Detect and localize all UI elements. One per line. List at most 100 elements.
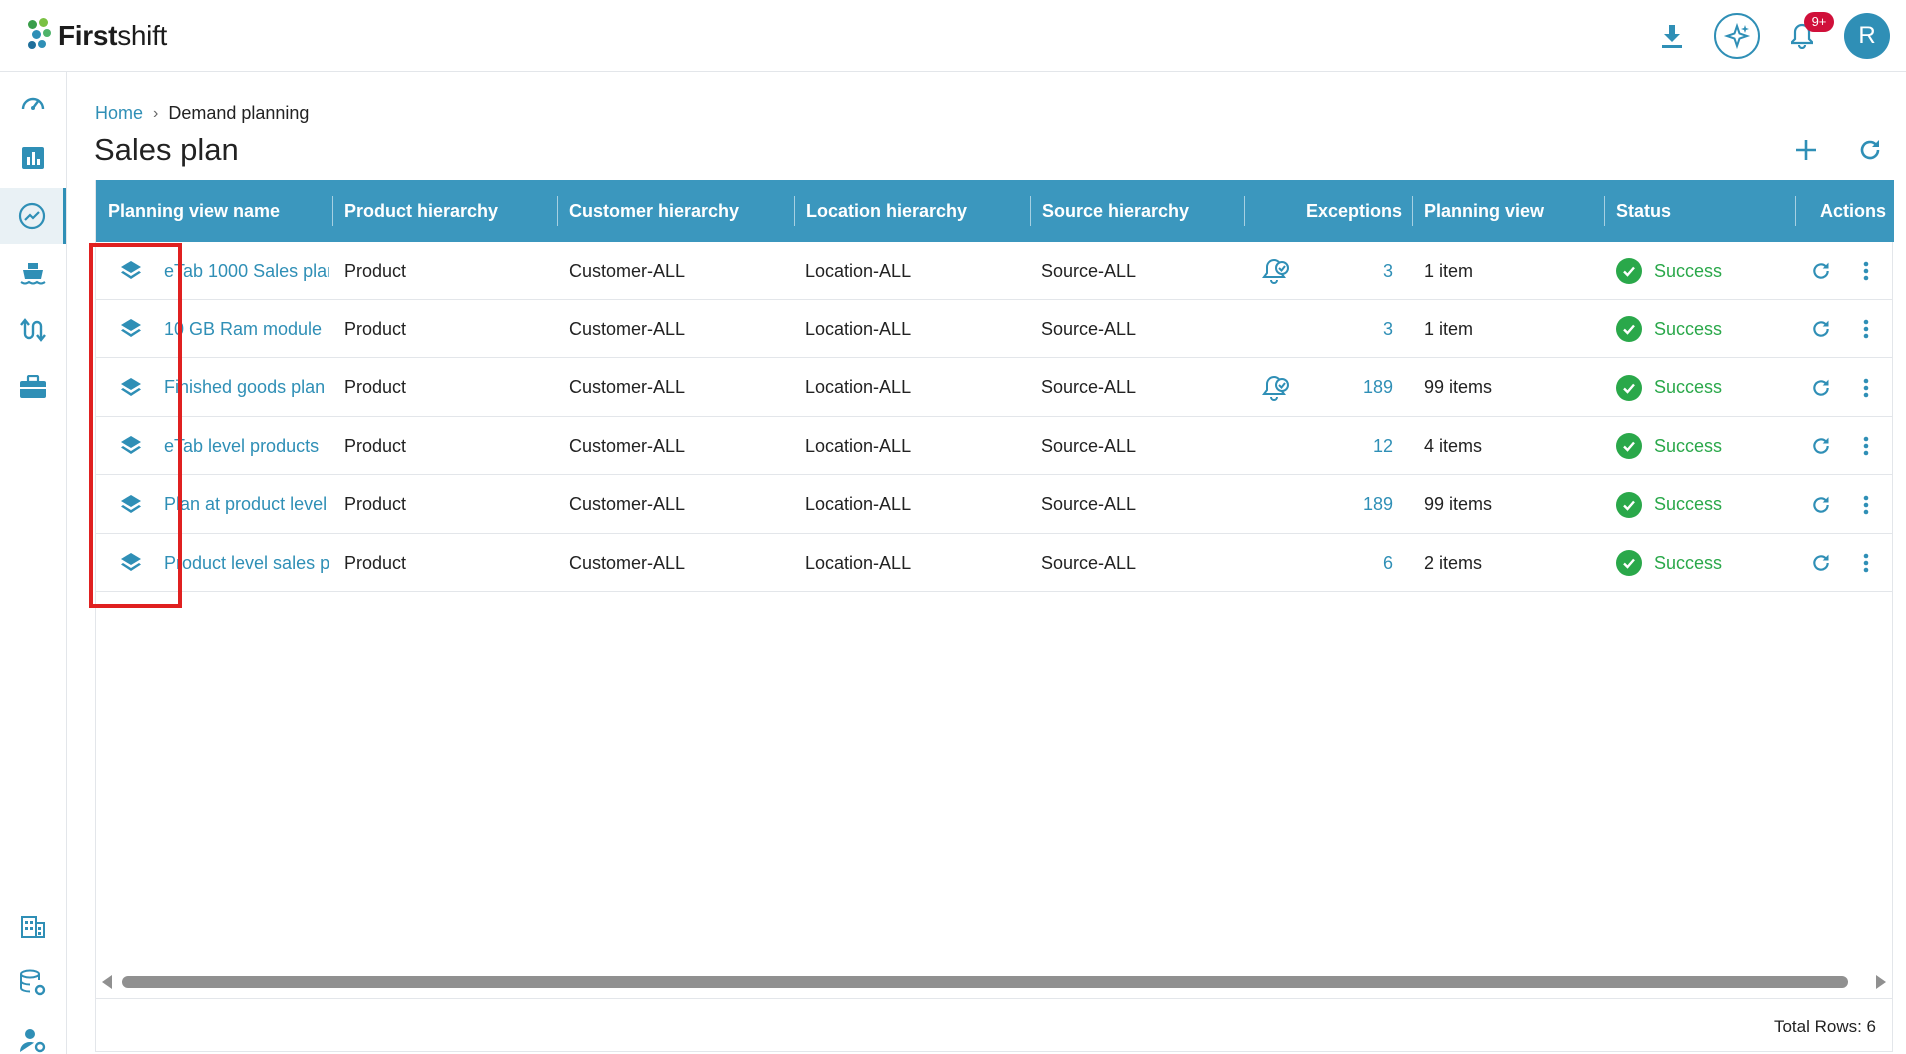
scroll-left-arrow[interactable]: [102, 975, 112, 989]
firstshift-logo[interactable]: Firstshift: [24, 16, 167, 56]
header-planning-view[interactable]: Planning view: [1412, 180, 1604, 242]
sidebar-item-portfolio[interactable]: [0, 359, 66, 415]
customer-hierarchy-cell: Customer-ALL: [569, 260, 686, 281]
sidebar-item-analytics[interactable]: [0, 130, 66, 186]
status-label: Success: [1654, 552, 1723, 573]
status-cell: Success: [1616, 242, 1796, 300]
exceptions-count-link[interactable]: 189: [1296, 359, 1393, 417]
planning-view-name-link[interactable]: Finished goods plan: [164, 359, 329, 417]
planning-view-name-link[interactable]: eTab 1000 Sales plan: [164, 242, 329, 300]
status-label: Success: [1654, 435, 1723, 456]
status-cell: Success: [1616, 359, 1796, 417]
sidebar-item-supply[interactable]: [0, 246, 66, 302]
source-hierarchy-cell: Source-ALL: [1041, 494, 1137, 515]
header-exceptions[interactable]: Exceptions: [1244, 180, 1412, 242]
table-row[interactable]: eTab level products Product Customer-ALL Lo…: [96, 417, 1892, 476]
route-icon: [20, 318, 46, 342]
table-row[interactable]: eTab 1000 Sales plan Product Customer-ALL L…: [96, 242, 1892, 300]
exceptions-count-link[interactable]: 12: [1296, 417, 1393, 475]
planning-view-name-link[interactable]: Plan at product level: [164, 476, 329, 534]
layers-icon[interactable]: [116, 359, 146, 417]
notification-bell-icon[interactable]: 9+: [1780, 12, 1834, 58]
breadcrumb-current: Demand planning: [168, 103, 310, 123]
refresh-list-button[interactable]: [1854, 134, 1886, 166]
row-refresh-icon[interactable]: [1806, 300, 1836, 358]
status-cell: Success: [1616, 534, 1796, 592]
product-hierarchy-cell: Product: [344, 377, 407, 398]
header-location-hierarchy[interactable]: Location hierarchy: [794, 180, 1030, 242]
breadcrumb-home-link[interactable]: Home: [95, 103, 143, 124]
notification-badge: 9+: [1804, 12, 1834, 32]
header-planning-view-name[interactable]: Planning view name: [96, 180, 331, 242]
success-check-icon: [1616, 491, 1642, 518]
planning-view-name-link[interactable]: Product level sales plan: [164, 534, 329, 592]
layers-icon[interactable]: [116, 417, 146, 475]
exception-alert-icon[interactable]: [1259, 242, 1293, 300]
sidebar-item-organization[interactable]: [0, 898, 66, 954]
planning-view-name-link[interactable]: eTab level products: [164, 417, 329, 475]
sidebar-item-data-settings[interactable]: [0, 955, 66, 1011]
breadcrumb-separator: ›: [153, 104, 159, 122]
planning-view-count-cell: 99 items: [1424, 377, 1493, 398]
status-label: Success: [1654, 494, 1723, 515]
download-icon[interactable]: [1650, 14, 1694, 58]
title-actions: [1790, 134, 1886, 166]
sidebar-item-user-settings[interactable]: [0, 1012, 66, 1054]
sparkle-icon[interactable]: [1714, 13, 1760, 59]
exceptions-count-link[interactable]: 189: [1296, 476, 1393, 534]
exceptions-count-link[interactable]: 6: [1296, 534, 1393, 592]
success-check-icon: [1616, 433, 1642, 460]
logo-text-bold: First: [58, 20, 118, 51]
status-cell: Success: [1616, 476, 1796, 534]
speedometer-icon: [21, 97, 45, 110]
product-hierarchy-cell: Product: [344, 494, 407, 515]
horizontal-scrollbar[interactable]: [96, 970, 1894, 994]
top-actions: 9+ R: [1650, 12, 1890, 60]
customer-hierarchy-cell: Customer-ALL: [569, 377, 686, 398]
exceptions-count-link[interactable]: 3: [1296, 300, 1393, 358]
exceptions-count-link[interactable]: 3: [1296, 242, 1393, 300]
row-refresh-icon[interactable]: [1806, 417, 1836, 475]
row-more-icon[interactable]: [1854, 242, 1878, 300]
table-row[interactable]: Plan at product level Product Customer-ALL…: [96, 476, 1892, 534]
row-more-icon[interactable]: [1854, 300, 1878, 358]
exception-alert-icon[interactable]: [1259, 359, 1293, 417]
row-more-icon[interactable]: [1854, 534, 1878, 592]
planning-view-name-link[interactable]: 10 GB Ram module: [164, 300, 329, 358]
row-more-icon[interactable]: [1854, 476, 1878, 534]
layers-icon[interactable]: [116, 534, 146, 592]
source-hierarchy-cell: Source-ALL: [1041, 377, 1137, 398]
header-status[interactable]: Status: [1604, 180, 1795, 242]
sidebar-item-dashboard[interactable]: [0, 74, 66, 130]
status-label: Success: [1654, 318, 1723, 339]
user-settings-icon: [20, 1029, 46, 1053]
user-avatar[interactable]: R: [1844, 13, 1890, 59]
logo-text-light: shift: [117, 20, 168, 51]
sidebar-item-routes[interactable]: [0, 302, 66, 358]
add-plan-button[interactable]: [1790, 134, 1822, 166]
row-more-icon[interactable]: [1854, 417, 1878, 475]
table-row[interactable]: Product level sales plan Product Customer-…: [96, 534, 1892, 592]
sidebar: [0, 72, 67, 1054]
header-customer-hierarchy[interactable]: Customer hierarchy: [557, 180, 794, 242]
layers-icon[interactable]: [116, 242, 146, 300]
header-source-hierarchy[interactable]: Source hierarchy: [1030, 180, 1244, 242]
row-refresh-icon[interactable]: [1806, 534, 1836, 592]
layers-icon[interactable]: [116, 300, 146, 358]
location-hierarchy-cell: Location-ALL: [805, 552, 912, 573]
scrollbar-thumb[interactable]: [122, 976, 1848, 988]
row-refresh-icon[interactable]: [1806, 242, 1836, 300]
row-refresh-icon[interactable]: [1806, 476, 1836, 534]
location-hierarchy-cell: Location-ALL: [805, 318, 912, 339]
header-product-hierarchy[interactable]: Product hierarchy: [332, 180, 557, 242]
row-refresh-icon[interactable]: [1806, 359, 1836, 417]
row-more-icon[interactable]: [1854, 359, 1878, 417]
sidebar-item-demand-planning[interactable]: [0, 188, 66, 244]
layers-icon[interactable]: [116, 476, 146, 534]
table-row[interactable]: 10 GB Ram module Product Customer-ALL Locat…: [96, 300, 1892, 359]
breadcrumb: Home › Demand planning: [95, 103, 309, 124]
scroll-right-arrow[interactable]: [1876, 975, 1886, 989]
total-rows-label: Total Rows: 6: [1773, 1017, 1876, 1036]
location-hierarchy-cell: Location-ALL: [805, 494, 912, 515]
table-row[interactable]: Finished goods plan Product Customer-ALL Lo…: [96, 359, 1892, 417]
